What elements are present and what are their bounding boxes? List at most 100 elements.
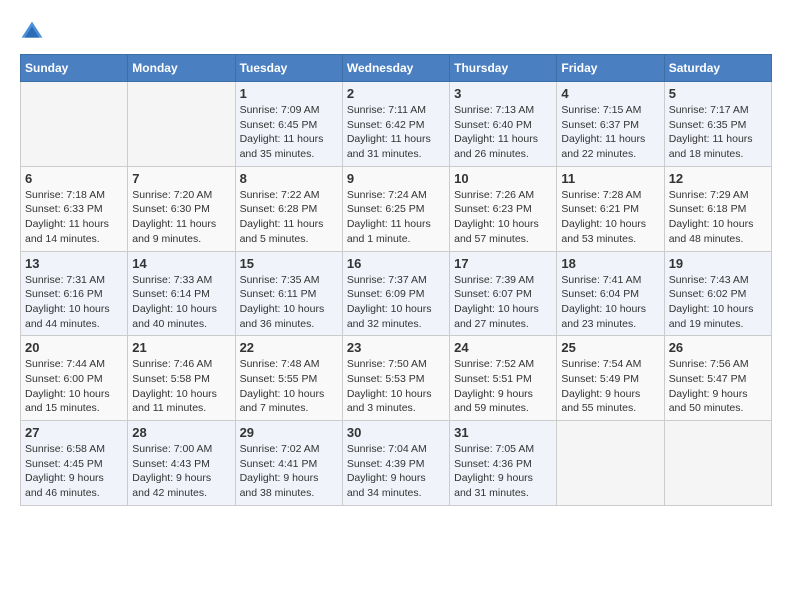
day-number: 12	[669, 171, 767, 186]
day-number: 15	[240, 256, 338, 271]
day-number: 20	[25, 340, 123, 355]
calendar-day-cell: 24Sunrise: 7:52 AMSunset: 5:51 PMDayligh…	[450, 336, 557, 421]
day-sun-info: Sunrise: 7:11 AMSunset: 6:42 PMDaylight:…	[347, 103, 445, 162]
day-sun-info: Sunrise: 7:26 AMSunset: 6:23 PMDaylight:…	[454, 188, 552, 247]
calendar-day-cell: 1 Sunrise: 7:09 AMSunset: 6:45 PMDaylight…	[235, 82, 342, 167]
calendar-day-cell	[664, 421, 771, 506]
calendar-day-cell: 12 Sunrise: 7:29 AMSunset: 6:18 PMDayligh…	[664, 166, 771, 251]
day-number: 25	[561, 340, 659, 355]
day-number: 23	[347, 340, 445, 355]
day-sun-info: Sunrise: 7:41 AMSunset: 6:04 PMDaylight:…	[561, 273, 659, 332]
day-sun-info: Sunrise: 7:13 AMSunset: 6:40 PMDaylight:…	[454, 103, 552, 162]
calendar-week-row: 6 Sunrise: 7:18 AMSunset: 6:33 PMDaylight…	[21, 166, 772, 251]
calendar-day-cell: 20 Sunrise: 7:44 AMSunset: 6:00 PMDayligh…	[21, 336, 128, 421]
calendar-day-cell: 22 Sunrise: 7:48 AMSunset: 5:55 PMDayligh…	[235, 336, 342, 421]
day-of-week-header: Wednesday	[342, 55, 449, 82]
calendar-day-cell: 28 Sunrise: 7:00 AMSunset: 4:43 PMDayligh…	[128, 421, 235, 506]
day-sun-info: Sunrise: 7:48 AMSunset: 5:55 PMDaylight:…	[240, 357, 338, 416]
day-sun-info: Sunrise: 7:54 AMSunset: 5:49 PMDaylight:…	[561, 357, 659, 416]
day-of-week-header: Monday	[128, 55, 235, 82]
day-sun-info: Sunrise: 7:05 AMSunset: 4:36 PMDaylight:…	[454, 442, 552, 501]
day-number: 10	[454, 171, 552, 186]
day-number: 8	[240, 171, 338, 186]
calendar-day-cell: 10 Sunrise: 7:26 AMSunset: 6:23 PMDayligh…	[450, 166, 557, 251]
day-number: 22	[240, 340, 338, 355]
calendar-day-cell: 2 Sunrise: 7:11 AMSunset: 6:42 PMDaylight…	[342, 82, 449, 167]
calendar-day-cell: 14Sunrise: 7:33 AMSunset: 6:14 PMDayligh…	[128, 251, 235, 336]
calendar-day-cell: 25 Sunrise: 7:54 AMSunset: 5:49 PMDayligh…	[557, 336, 664, 421]
day-number: 28	[132, 425, 230, 440]
calendar-day-cell: 13 Sunrise: 7:31 AMSunset: 6:16 PMDayligh…	[21, 251, 128, 336]
day-of-week-header: Sunday	[21, 55, 128, 82]
day-sun-info: Sunrise: 7:35 AMSunset: 6:11 PMDaylight:…	[240, 273, 338, 332]
day-number: 9	[347, 171, 445, 186]
calendar-day-cell: 3 Sunrise: 7:13 AMSunset: 6:40 PMDaylight…	[450, 82, 557, 167]
day-number: 4	[561, 86, 659, 101]
logo	[20, 20, 46, 44]
day-of-week-header: Friday	[557, 55, 664, 82]
day-number: 5	[669, 86, 767, 101]
calendar-day-cell: 15 Sunrise: 7:35 AMSunset: 6:11 PMDayligh…	[235, 251, 342, 336]
calendar-day-cell: 11 Sunrise: 7:28 AMSunset: 6:21 PMDayligh…	[557, 166, 664, 251]
day-number: 6	[25, 171, 123, 186]
day-of-week-header: Saturday	[664, 55, 771, 82]
calendar-day-cell: 8 Sunrise: 7:22 AMSunset: 6:28 PMDaylight…	[235, 166, 342, 251]
calendar-day-cell: 18 Sunrise: 7:41 AMSunset: 6:04 PMDayligh…	[557, 251, 664, 336]
day-sun-info: Sunrise: 7:00 AMSunset: 4:43 PMDaylight:…	[132, 442, 230, 501]
calendar-day-cell: 7Sunrise: 7:20 AMSunset: 6:30 PMDaylight…	[128, 166, 235, 251]
day-sun-info: Sunrise: 7:31 AMSunset: 6:16 PMDaylight:…	[25, 273, 123, 332]
calendar-day-cell: 16Sunrise: 7:37 AMSunset: 6:09 PMDayligh…	[342, 251, 449, 336]
day-number: 11	[561, 171, 659, 186]
day-sun-info: Sunrise: 7:09 AMSunset: 6:45 PMDaylight:…	[240, 103, 338, 162]
day-sun-info: Sunrise: 7:22 AMSunset: 6:28 PMDaylight:…	[240, 188, 338, 247]
day-sun-info: Sunrise: 7:04 AMSunset: 4:39 PMDaylight:…	[347, 442, 445, 501]
calendar-week-row: 20 Sunrise: 7:44 AMSunset: 6:00 PMDayligh…	[21, 336, 772, 421]
day-sun-info: Sunrise: 7:37 AMSunset: 6:09 PMDaylight:…	[347, 273, 445, 332]
calendar-header-row: SundayMondayTuesdayWednesdayThursdayFrid…	[21, 55, 772, 82]
calendar-day-cell	[128, 82, 235, 167]
day-number: 13	[25, 256, 123, 271]
day-sun-info: Sunrise: 7:33 AMSunset: 6:14 PMDaylight:…	[132, 273, 230, 332]
day-number: 19	[669, 256, 767, 271]
day-number: 30	[347, 425, 445, 440]
calendar-table: SundayMondayTuesdayWednesdayThursdayFrid…	[20, 54, 772, 506]
day-number: 18	[561, 256, 659, 271]
calendar-day-cell: 31 Sunrise: 7:05 AMSunset: 4:36 PMDayligh…	[450, 421, 557, 506]
calendar-week-row: 1 Sunrise: 7:09 AMSunset: 6:45 PMDaylight…	[21, 82, 772, 167]
day-sun-info: Sunrise: 7:17 AMSunset: 6:35 PMDaylight:…	[669, 103, 767, 162]
day-sun-info: Sunrise: 7:56 AMSunset: 5:47 PMDaylight:…	[669, 357, 767, 416]
calendar-day-cell: 9 Sunrise: 7:24 AMSunset: 6:25 PMDaylight…	[342, 166, 449, 251]
logo-icon	[20, 20, 44, 44]
day-sun-info: Sunrise: 7:15 AMSunset: 6:37 PMDaylight:…	[561, 103, 659, 162]
day-sun-info: Sunrise: 7:24 AMSunset: 6:25 PMDaylight:…	[347, 188, 445, 247]
calendar-day-cell: 30 Sunrise: 7:04 AMSunset: 4:39 PMDayligh…	[342, 421, 449, 506]
day-sun-info: Sunrise: 7:18 AMSunset: 6:33 PMDaylight:…	[25, 188, 123, 247]
day-of-week-header: Thursday	[450, 55, 557, 82]
day-sun-info: Sunrise: 7:02 AMSunset: 4:41 PMDaylight:…	[240, 442, 338, 501]
calendar-day-cell: 17Sunrise: 7:39 AMSunset: 6:07 PMDayligh…	[450, 251, 557, 336]
day-number: 29	[240, 425, 338, 440]
calendar-day-cell: 27 Sunrise: 6:58 AMSunset: 4:45 PMDayligh…	[21, 421, 128, 506]
calendar-week-row: 27 Sunrise: 6:58 AMSunset: 4:45 PMDayligh…	[21, 421, 772, 506]
day-number: 3	[454, 86, 552, 101]
day-number: 26	[669, 340, 767, 355]
day-sun-info: Sunrise: 7:28 AMSunset: 6:21 PMDaylight:…	[561, 188, 659, 247]
calendar-day-cell: 26 Sunrise: 7:56 AMSunset: 5:47 PMDayligh…	[664, 336, 771, 421]
day-sun-info: Sunrise: 7:43 AMSunset: 6:02 PMDaylight:…	[669, 273, 767, 332]
calendar-day-cell: 5 Sunrise: 7:17 AMSunset: 6:35 PMDaylight…	[664, 82, 771, 167]
day-sun-info: Sunrise: 7:52 AMSunset: 5:51 PMDaylight:…	[454, 357, 552, 416]
day-sun-info: Sunrise: 6:58 AMSunset: 4:45 PMDaylight:…	[25, 442, 123, 501]
day-number: 7	[132, 171, 230, 186]
calendar-day-cell: 6 Sunrise: 7:18 AMSunset: 6:33 PMDaylight…	[21, 166, 128, 251]
day-number: 2	[347, 86, 445, 101]
page-header	[20, 20, 772, 44]
calendar-day-cell: 4 Sunrise: 7:15 AMSunset: 6:37 PMDaylight…	[557, 82, 664, 167]
day-number: 31	[454, 425, 552, 440]
calendar-day-cell: 21Sunrise: 7:46 AMSunset: 5:58 PMDayligh…	[128, 336, 235, 421]
day-number: 17	[454, 256, 552, 271]
day-sun-info: Sunrise: 7:46 AMSunset: 5:58 PMDaylight:…	[132, 357, 230, 416]
day-sun-info: Sunrise: 7:44 AMSunset: 6:00 PMDaylight:…	[25, 357, 123, 416]
day-sun-info: Sunrise: 7:29 AMSunset: 6:18 PMDaylight:…	[669, 188, 767, 247]
day-number: 1	[240, 86, 338, 101]
day-number: 27	[25, 425, 123, 440]
